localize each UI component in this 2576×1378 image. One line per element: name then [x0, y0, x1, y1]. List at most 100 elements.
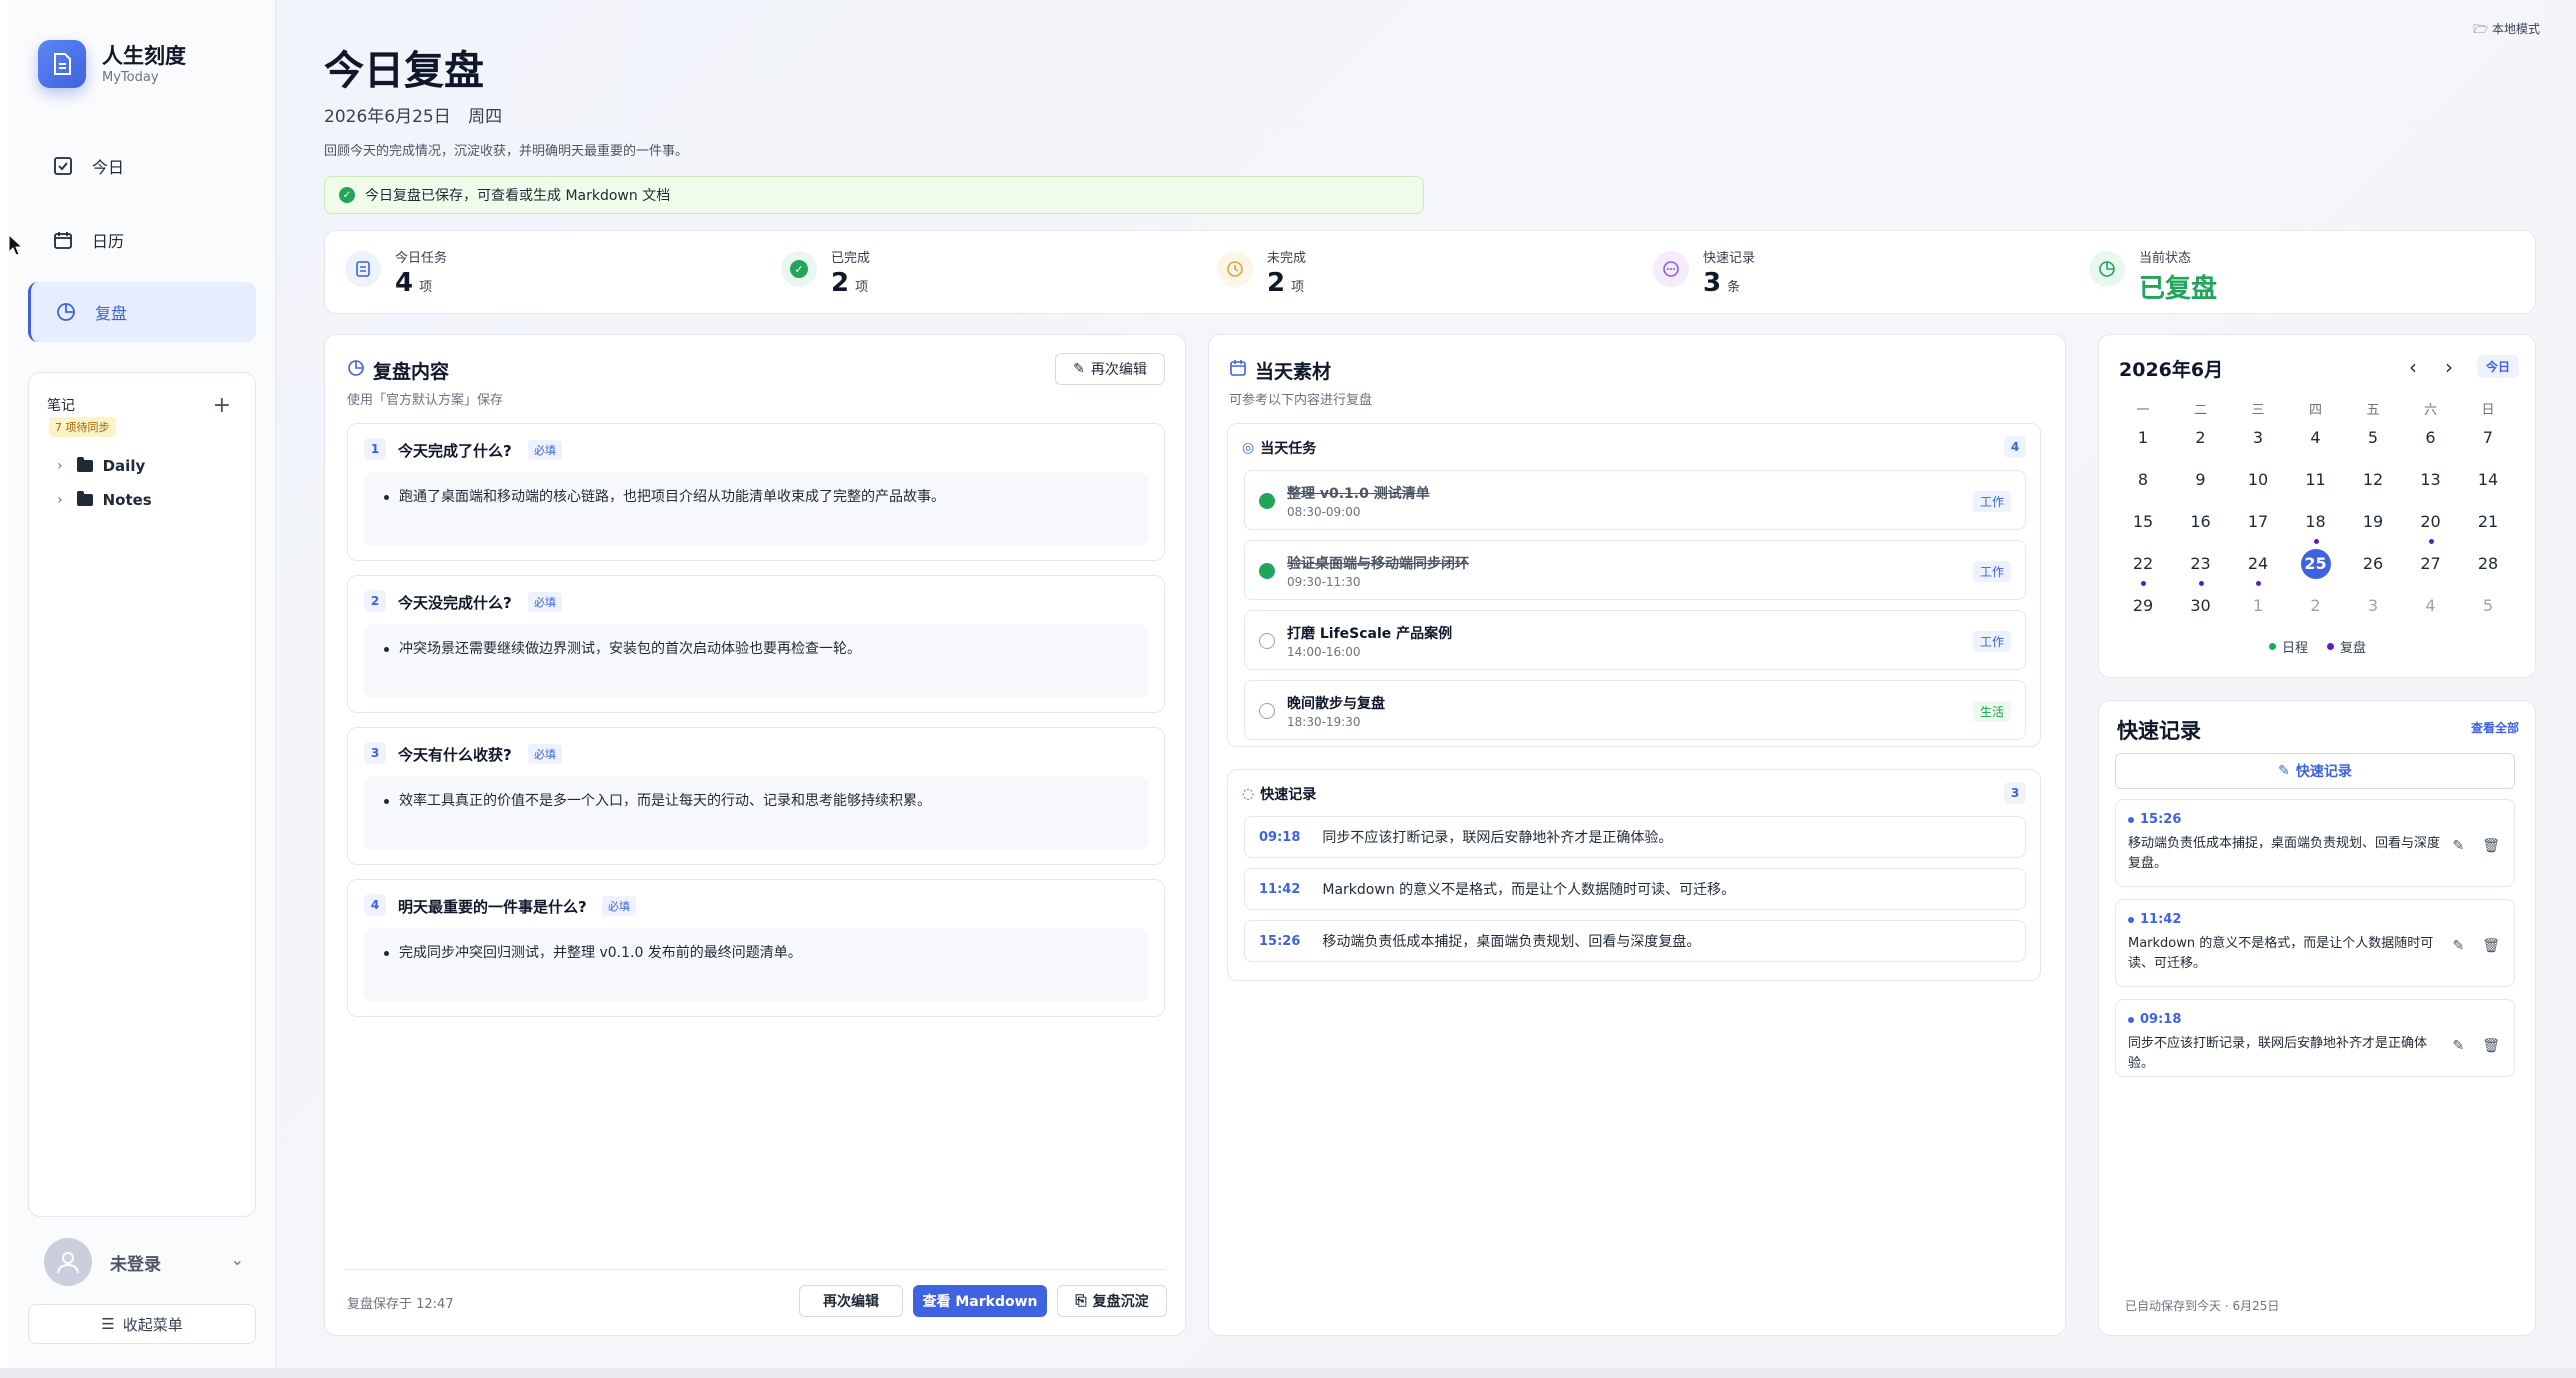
- calendar-day[interactable]: 22: [2125, 549, 2161, 579]
- calendar-day[interactable]: 13: [2413, 465, 2449, 495]
- stat-today-tasks: 今日任务 4 项: [345, 247, 447, 298]
- quick-note-item[interactable]: 15:26 移动端负责低成本捕捉，桌面端负责规划、回看与深度复盘。 ✎ 🗑: [2115, 799, 2515, 887]
- calendar-day[interactable]: 17: [2240, 507, 2276, 537]
- calendar-day[interactable]: 20: [2413, 507, 2449, 537]
- calendar-day[interactable]: 16: [2183, 507, 2219, 537]
- local-mode-indicator[interactable]: 🗁 本地模式: [2473, 20, 2540, 41]
- calendar-day[interactable]: 29: [2125, 591, 2161, 621]
- calendar-day[interactable]: 14: [2470, 465, 2506, 495]
- calendar-day[interactable]: 6: [2413, 423, 2449, 453]
- calendar-day-selected[interactable]: 25: [2300, 549, 2331, 579]
- answer-box[interactable]: 效率工具真正的价值不是多一个入口，而是让每天的行动、记录和思考能够持续积累。: [364, 776, 1148, 850]
- user-menu[interactable]: 未登录 ⌄: [44, 1238, 244, 1286]
- quick-note-text: 同步不应该打断记录，联网后安静地补齐才是正确体验。: [2128, 1036, 2428, 1071]
- calendar-day[interactable]: 27: [2413, 549, 2449, 579]
- task-item[interactable]: 验证桌面端与移动端同步闭环 09:30-11:30 工作: [1244, 540, 2026, 600]
- task-item[interactable]: 晚间散步与复盘 18:30-19:30 生活: [1244, 680, 2026, 740]
- task-time: 14:00-16:00: [1287, 645, 1361, 659]
- answer-box[interactable]: 冲突场景还需要继续做边界测试，安装包的首次启动体验也要再检查一轮。: [364, 624, 1148, 698]
- legend-review: 复盘: [2327, 637, 2366, 656]
- trash-icon[interactable]: 🗑: [2482, 938, 2500, 954]
- memo-item[interactable]: 11:42 Markdown 的意义不是格式，而是让个人数据随时可读、可迁移。: [1244, 868, 2026, 910]
- legend-dot: [2327, 643, 2334, 650]
- legend-label: 日程: [2282, 641, 2309, 656]
- divider: [345, 1269, 1165, 1270]
- question-number: 4: [364, 894, 386, 916]
- calendar-day[interactable]: 3: [2355, 591, 2391, 621]
- folder-notes[interactable]: › Notes: [57, 491, 152, 509]
- edit-icon[interactable]: ✎: [2452, 1038, 2464, 1054]
- calendar-day[interactable]: 7: [2470, 423, 2506, 453]
- folder-daily[interactable]: › Daily: [57, 457, 145, 475]
- memo-item[interactable]: 09:18 同步不应该打断记录，联网后安静地补齐才是正确体验。: [1244, 816, 2026, 858]
- view-markdown-button[interactable]: 查看 Markdown: [913, 1285, 1047, 1317]
- task-tag: 生活: [1972, 701, 2011, 722]
- calendar-day[interactable]: 2: [2183, 423, 2219, 453]
- calendar-weekday: 日: [2481, 403, 2495, 418]
- answer-box[interactable]: 跑通了桌面端和移动端的核心链路，也把项目介绍从功能清单收束成了完整的产品故事。: [364, 472, 1148, 546]
- calendar-day[interactable]: 12: [2355, 465, 2391, 495]
- nav-review[interactable]: 复盘: [28, 282, 256, 342]
- edit-again-button[interactable]: ✎ 再次编辑: [1055, 353, 1165, 385]
- pie-chart-icon: [347, 359, 365, 382]
- calendar-day[interactable]: 30: [2183, 591, 2219, 621]
- today-button[interactable]: 今日: [2476, 355, 2519, 378]
- calendar-day[interactable]: 4: [2298, 423, 2334, 453]
- memo-item[interactable]: 15:26 移动端负责低成本捕捉，桌面端负责规划、回看与深度复盘。: [1244, 920, 2026, 962]
- calendar-day[interactable]: 24: [2240, 549, 2276, 579]
- calendar-day[interactable]: 10: [2240, 465, 2276, 495]
- calendar-day[interactable]: 4: [2413, 591, 2449, 621]
- answer-box[interactable]: 完成同步冲突回归测试，并整理 v0.1.0 发布前的最终问题清单。: [364, 928, 1148, 1002]
- quick-note-item[interactable]: 09:18 同步不应该打断记录，联网后安静地补齐才是正确体验。 ✎ 🗑: [2115, 999, 2515, 1077]
- memo-text: 移动端负责低成本捕捉，桌面端负责规划、回看与深度复盘。: [1322, 934, 1701, 950]
- calendar-day[interactable]: 18: [2298, 507, 2334, 537]
- materials-subtitle: 可参考以下内容进行复盘: [1229, 393, 1373, 408]
- question-title: 今天没完成什么?: [398, 594, 512, 612]
- chat-bubble-icon: ◌: [1242, 786, 1255, 802]
- calendar-day[interactable]: 15: [2125, 507, 2161, 537]
- prev-month-button[interactable]: ‹: [2409, 355, 2417, 379]
- add-quick-note-button[interactable]: ✎ 快速记录: [2115, 753, 2515, 789]
- task-done-checkbox[interactable]: [1259, 493, 1275, 509]
- calendar-day[interactable]: 5: [2470, 591, 2506, 621]
- trash-icon[interactable]: 🗑: [2482, 838, 2500, 854]
- quick-note-item[interactable]: 11:42 Markdown 的意义不是格式，而是让个人数据随时可读、可迁移。 …: [2115, 899, 2515, 987]
- edit-icon[interactable]: ✎: [2452, 838, 2464, 854]
- next-month-button[interactable]: ›: [2445, 355, 2453, 379]
- task-done-checkbox[interactable]: [1259, 563, 1275, 579]
- calendar-day[interactable]: 11: [2298, 465, 2334, 495]
- nav-calendar[interactable]: 日历: [28, 210, 256, 270]
- calendar-day[interactable]: 26: [2355, 549, 2391, 579]
- stat-value: 3: [1703, 268, 1722, 298]
- task-todo-checkbox[interactable]: [1259, 703, 1275, 719]
- calendar-day[interactable]: 28: [2470, 549, 2506, 579]
- edit-again-footer-button[interactable]: 再次编辑: [799, 1285, 903, 1317]
- pie-chart-icon: [55, 301, 77, 323]
- calendar-day[interactable]: 9: [2183, 465, 2219, 495]
- task-item[interactable]: 整理 v0.1.0 测试清单 08:30-09:00 工作: [1244, 470, 2026, 530]
- calendar-day[interactable]: 19: [2355, 507, 2391, 537]
- calendar-day[interactable]: 2: [2298, 591, 2334, 621]
- stat-unit: 项: [419, 280, 433, 295]
- calendar-day[interactable]: 1: [2240, 591, 2276, 621]
- task-item[interactable]: 打磨 LifeScale 产品案例 14:00-16:00 工作: [1244, 610, 2026, 670]
- add-note-button[interactable]: +: [213, 393, 231, 418]
- calendar-day[interactable]: 8: [2125, 465, 2161, 495]
- calendar-day[interactable]: 5: [2355, 423, 2391, 453]
- quick-notes-title: 快速记录: [2117, 719, 2201, 743]
- review-archive-button[interactable]: ⎘ 复盘沉淀: [1057, 1285, 1167, 1317]
- calendar-day[interactable]: 23: [2183, 549, 2219, 579]
- chat-bubble-icon: [1653, 251, 1689, 287]
- calendar-day[interactable]: 3: [2240, 423, 2276, 453]
- view-all-link[interactable]: 查看全部: [2471, 719, 2519, 736]
- stat-value: 已复盘: [2139, 274, 2218, 304]
- calendar-day[interactable]: 21: [2470, 507, 2506, 537]
- calendar-day[interactable]: 1: [2125, 423, 2161, 453]
- edit-icon[interactable]: ✎: [2452, 938, 2464, 954]
- collapse-menu-button[interactable]: ☰ 收起菜单: [28, 1304, 256, 1344]
- checkbox-icon: [52, 155, 74, 177]
- trash-icon[interactable]: 🗑: [2482, 1038, 2500, 1054]
- task-todo-checkbox[interactable]: [1259, 633, 1275, 649]
- nav-today[interactable]: 今日: [28, 136, 256, 196]
- stat-label: 当前状态: [2139, 251, 2192, 266]
